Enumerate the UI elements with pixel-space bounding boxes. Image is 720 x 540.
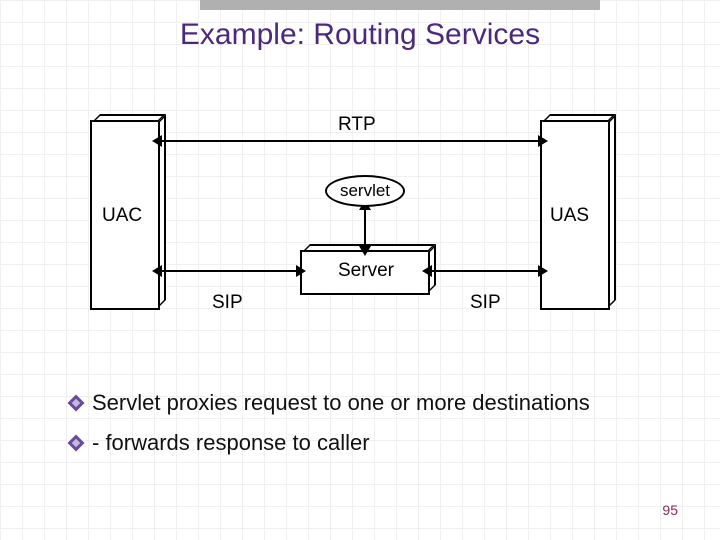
routing-diagram: RTP SIP SIP UAC UAS Server servlet	[90, 100, 630, 350]
sip-right-label: SIP	[470, 292, 501, 314]
top-decoration-bar	[200, 0, 600, 10]
rtp-label: RTP	[338, 114, 376, 136]
bullet-item-1: Servlet proxies request to one or more d…	[70, 390, 670, 416]
servlet-server-line	[364, 207, 366, 250]
rtp-arrow-right	[538, 135, 548, 147]
bullet-text-2: - forwards response to caller	[92, 430, 370, 456]
sip-right-arrow-r	[538, 265, 548, 277]
sip-right-arrow-l	[422, 265, 432, 277]
server-label: Server	[338, 260, 394, 282]
bullet-item-2: - forwards response to caller	[70, 430, 670, 456]
sip-left-label: SIP	[212, 292, 243, 314]
servlet-arrow-down	[359, 246, 371, 256]
uac-label: UAC	[102, 205, 142, 227]
bullet-text-1: Servlet proxies request to one or more d…	[92, 390, 590, 416]
sip-right-line	[430, 270, 540, 272]
sip-left-line	[160, 270, 300, 272]
diamond-bullet-icon	[70, 397, 82, 409]
sip-left-arrow-l	[152, 265, 162, 277]
rtp-arrow-left	[152, 135, 162, 147]
slide-title: Example: Routing Services	[0, 18, 720, 52]
rtp-connection-line	[160, 140, 540, 142]
sip-left-arrow-r	[296, 265, 306, 277]
uas-label: UAS	[550, 205, 589, 227]
bullet-list: Servlet proxies request to one or more d…	[70, 390, 670, 470]
diamond-bullet-icon	[70, 437, 82, 449]
servlet-ellipse: servlet	[325, 175, 405, 207]
page-number: 95	[662, 502, 678, 518]
servlet-label: servlet	[340, 181, 390, 201]
